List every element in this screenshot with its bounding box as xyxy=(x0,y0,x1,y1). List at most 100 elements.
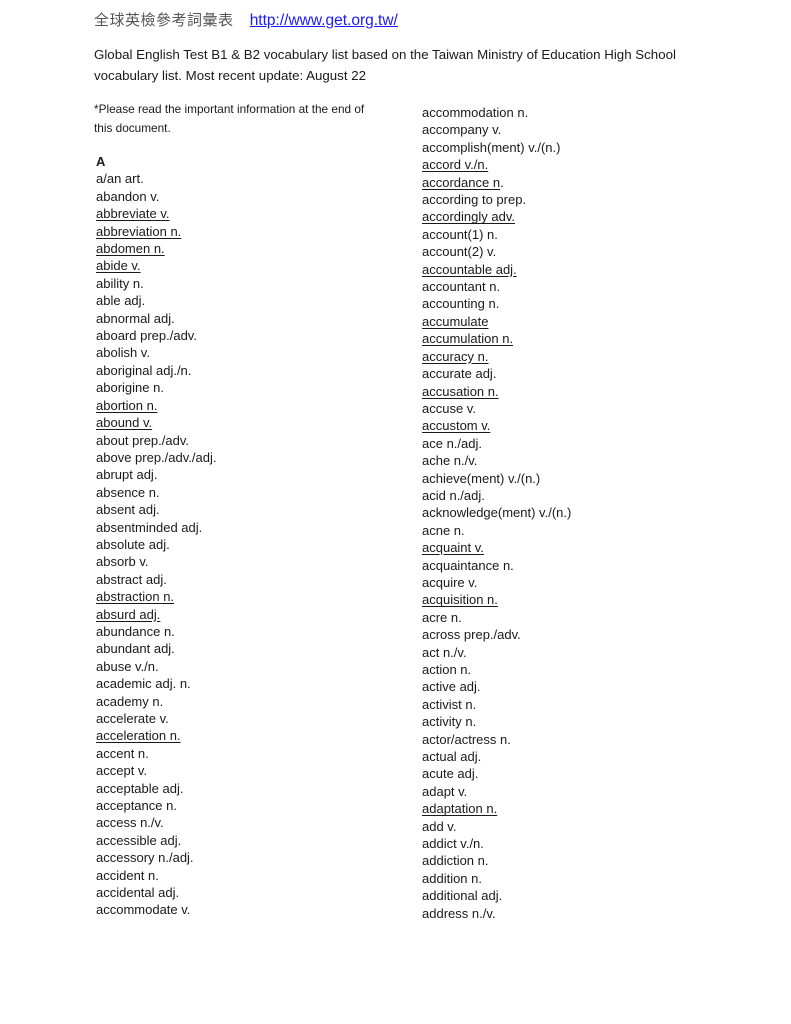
vocab-entry: ability n. xyxy=(96,275,144,291)
vocab-entry: achieve(ment) v./(n.) xyxy=(422,470,541,486)
vocab-entry: absence n. xyxy=(96,484,160,500)
vocab-entry: ace n./adj. xyxy=(422,435,482,451)
vocab-entry: accumulation n. xyxy=(422,331,514,347)
vocab-entry: absolute adj. xyxy=(96,536,170,552)
vocab-entry: acquaint v. xyxy=(422,540,484,556)
vocab-entry: accessory n./adj. xyxy=(96,850,194,866)
vocab-entry: accidental adj. xyxy=(96,885,180,901)
section-letter: A xyxy=(96,154,106,169)
vocab-entry: across prep./adv. xyxy=(422,627,521,643)
vocab-entry: absorb v. xyxy=(96,554,149,570)
vocab-entry: accuracy n. xyxy=(422,348,489,364)
vocab-entry: acceleration n. xyxy=(96,728,181,744)
vocab-entry: acute adj. xyxy=(422,766,479,782)
vocab-list-right: accommodation n. accompany v. accomplish(m… xyxy=(422,104,571,922)
vocab-column-right: accommodation n. accompany v. accomplish(m… xyxy=(422,104,571,922)
vocab-entry: accommodation n. xyxy=(422,105,529,120)
vocab-entry: aboard prep./adv. xyxy=(96,328,197,344)
vocab-entry: accordingly adv. xyxy=(422,209,515,225)
vocab-entry: additional adj. xyxy=(422,888,503,904)
vocab-entry-underlined-part: accordance n xyxy=(422,174,501,190)
vocab-entry: absentminded adj. xyxy=(96,519,203,535)
intro-paragraph: Global English Test B1 & B2 vocabulary l… xyxy=(94,47,676,83)
vocab-entry: abolish v. xyxy=(96,345,150,361)
vocab-entry: academy n. xyxy=(96,693,164,709)
vocab-entry: absurd adj. xyxy=(96,606,161,622)
vocab-entry: abrupt adj. xyxy=(96,467,158,483)
vocab-entry: acceptance n. xyxy=(96,798,177,814)
vocab-entry-rest: . xyxy=(500,174,504,190)
vocab-entry: academic adj. n. xyxy=(96,676,191,692)
vocab-entry: addiction n. xyxy=(422,853,489,869)
vocab-entry: acre n. xyxy=(422,609,462,625)
vocab-entry: accumulate xyxy=(422,313,489,329)
vocab-entry: accustom v. xyxy=(422,418,491,434)
vocab-entry: accounting n. xyxy=(422,296,500,312)
vocab-entry: adapt v. xyxy=(422,783,468,799)
vocab-entry: acquire v. xyxy=(422,574,478,590)
vocab-list-left: a/an art. abandon v. abbreviate v. abbrevia… xyxy=(96,170,216,918)
vocab-entry: accelerate v. xyxy=(96,711,169,726)
vocab-entry: ache n./v. xyxy=(422,453,478,469)
header-title: 全球英檢參考詞彙表 xyxy=(94,11,234,29)
vocab-entry: abdomen n. xyxy=(96,241,165,257)
vocab-entry: able adj. xyxy=(96,293,146,309)
vocab-entry: above prep./adv./adj. xyxy=(96,449,217,465)
vocab-entry: abortion n. xyxy=(96,397,158,413)
vocab-entry: abundance n. xyxy=(96,623,175,639)
vocab-entry: abbreviation n. xyxy=(96,223,182,239)
vocab-entry: addict v./n. xyxy=(422,836,484,852)
vocab-entry: abide v. xyxy=(96,258,141,274)
vocab-entry: accompany v. xyxy=(422,122,502,138)
vocab-entry: adaptation n. xyxy=(422,801,498,817)
vocab-entry: accommodate v. xyxy=(96,902,191,918)
vocab-entry: abnormal adj. xyxy=(96,310,175,326)
vocab-entry: activity n. xyxy=(422,714,477,730)
vocab-entry: acquisition n. xyxy=(422,592,498,608)
vocab-entry: about prep./adv. xyxy=(96,432,189,448)
vocab-entry: addition n. xyxy=(422,870,482,886)
vocab-entry: account(1) n. xyxy=(422,226,498,242)
vocab-entry: absent adj. xyxy=(96,502,160,518)
vocab-entry: actual adj. xyxy=(422,749,482,765)
vocab-entry: add v. xyxy=(422,818,457,834)
document-header: 全球英檢參考詞彙表 http://www.get.org.tw/ xyxy=(94,9,398,30)
vocab-entry: abound v. xyxy=(96,415,153,431)
vocab-entry: abandon v. xyxy=(96,188,160,204)
vocab-entry: abbreviate v. xyxy=(96,206,170,222)
website-link[interactable]: http://www.get.org.tw/ xyxy=(250,12,398,29)
vocab-entry: accuse v. xyxy=(422,400,476,416)
vocab-entry: accomplish(ment) v./(n.) xyxy=(422,139,561,155)
vocab-entry: aborigine n. xyxy=(96,380,164,396)
vocab-entry: abstraction n. xyxy=(96,589,175,605)
vocab-entry: accident n. xyxy=(96,867,159,883)
vocab-column-left: A a/an art. abandon v. abbreviate v. abbrev… xyxy=(96,153,216,919)
vocab-entry: account(2) v. xyxy=(422,244,497,260)
vocab-entry: action n. xyxy=(422,662,472,677)
vocab-entry: abuse v./n. xyxy=(96,658,159,674)
vocab-entry: accurate adj. xyxy=(422,366,497,382)
vocab-entry: accessible adj. xyxy=(96,832,182,848)
vocab-entry: aboriginal adj./n. xyxy=(96,362,192,378)
vocab-entry: accountable adj. xyxy=(422,261,517,277)
vocab-entry: acceptable adj. xyxy=(96,780,184,796)
vocab-entry: abstract adj. xyxy=(96,571,167,587)
vocab-entry: a/an art. xyxy=(96,171,144,187)
vocab-entry: accountant n. xyxy=(422,279,501,295)
vocab-entry: acne n. xyxy=(422,522,465,538)
vocab-entry: acknowledge(ment) v./(n.) xyxy=(422,505,572,521)
vocab-entry: actor/actress n. xyxy=(422,731,511,747)
vocab-entry: abundant adj. xyxy=(96,641,175,657)
vocab-entry: accept v. xyxy=(96,763,148,779)
vocab-entry: active adj. xyxy=(422,679,481,695)
vocab-entry: according to prep. xyxy=(422,192,527,208)
vocab-entry: accusation n. xyxy=(422,383,499,399)
vocab-entry: acquaintance n. xyxy=(422,557,514,573)
vocab-entry: acid n./adj. xyxy=(422,487,485,503)
vocab-entry: act n./v. xyxy=(422,644,467,660)
vocab-entry: address n./v. xyxy=(422,905,496,921)
vocab-entry: accent n. xyxy=(96,745,149,761)
vocab-entry: access n./v. xyxy=(96,815,164,831)
vocab-entry: accordance n. xyxy=(422,174,571,191)
important-note: *Please read the important information a… xyxy=(94,102,365,135)
